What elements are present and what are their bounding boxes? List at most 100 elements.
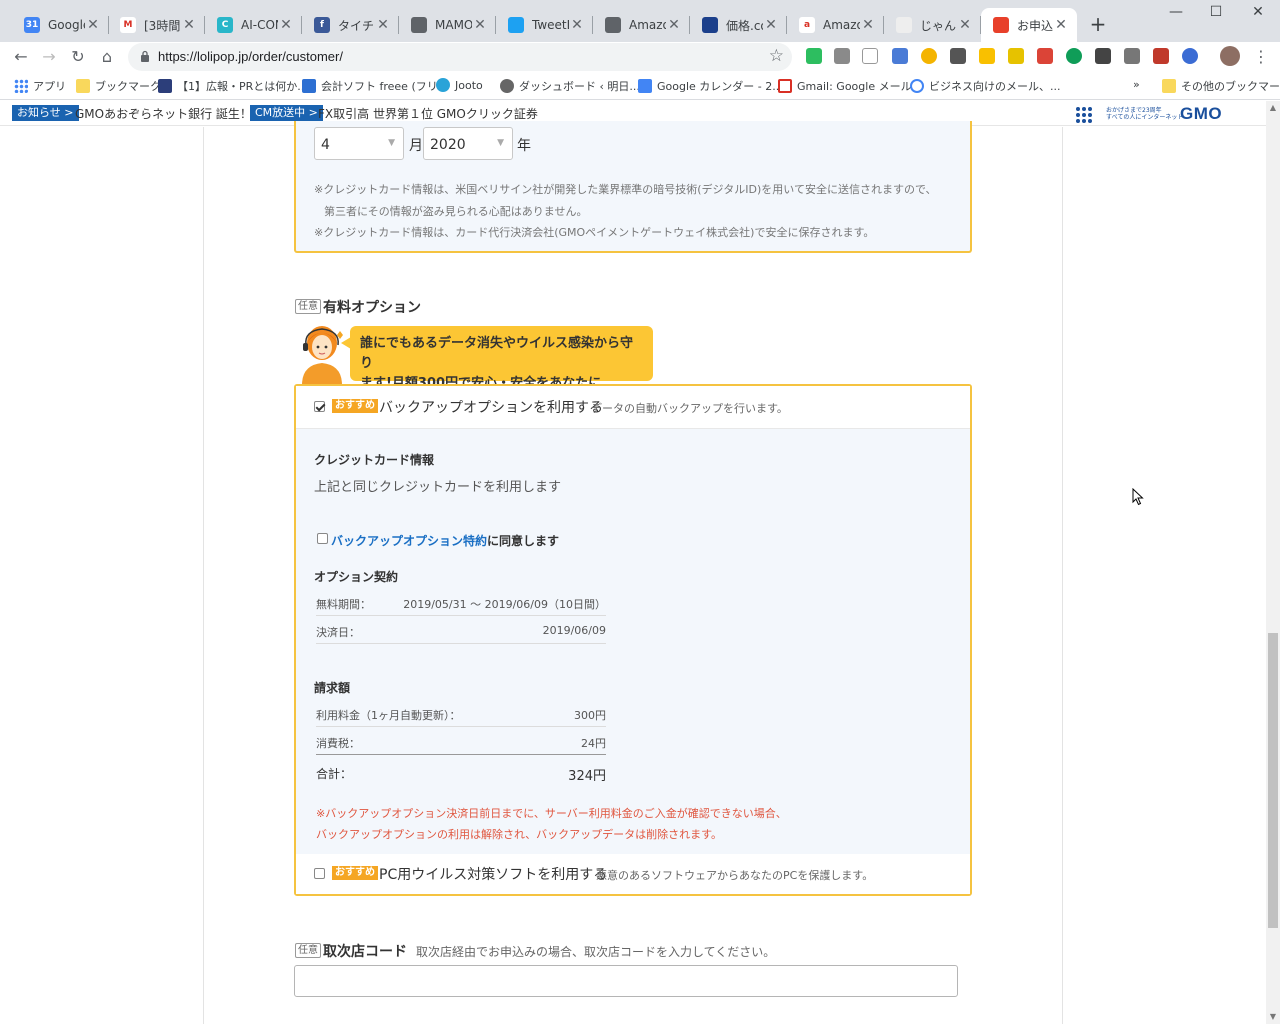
year-unit: 年 bbox=[517, 138, 531, 154]
extension-icon[interactable] bbox=[1124, 48, 1140, 64]
backup-option-row[interactable]: おすすめ バックアップオプションを利用する データの自動バックアップを行います。 bbox=[296, 386, 970, 426]
bookmark-star-icon[interactable]: ☆ bbox=[769, 46, 784, 66]
agency-code-input[interactable] bbox=[294, 965, 958, 997]
evernote-extension-icon[interactable] bbox=[806, 48, 822, 64]
notice-text[interactable]: GMOあおぞらネット銀行 誕生！ bbox=[75, 105, 252, 122]
extension-icon[interactable] bbox=[834, 48, 850, 64]
amazon-icon: a bbox=[799, 17, 815, 33]
bookmark-item[interactable]: 会計ソフト freee (フリ... bbox=[302, 78, 448, 94]
extension-icon[interactable] bbox=[950, 48, 966, 64]
url-text: https://lolipop.jp/order/customer/ bbox=[158, 49, 343, 64]
close-tab-icon[interactable]: ✕ bbox=[181, 17, 197, 33]
close-tab-icon[interactable]: ✕ bbox=[278, 17, 294, 33]
bookmark-item[interactable]: Jooto bbox=[436, 78, 483, 92]
bookmark-apps[interactable]: アプリ bbox=[14, 78, 66, 94]
chat-extension-icon[interactable] bbox=[892, 48, 908, 64]
order-page: 4 ▼ 月 2020 ▼ 年 ※クレジットカード情報は、米国ベリサイン社が開発し… bbox=[0, 121, 1266, 1024]
payment-date-row: 決済日： 2019/06/09 bbox=[316, 616, 606, 644]
notice-badge[interactable]: お知らせ > bbox=[12, 105, 79, 121]
tab-facebook[interactable]: f タイチアカ✕ bbox=[302, 8, 399, 42]
reload-icon[interactable]: ↻ bbox=[67, 46, 89, 68]
tab-lolipop[interactable]: お申込み✕ bbox=[981, 8, 1077, 42]
close-tab-icon[interactable]: ✕ bbox=[957, 17, 973, 33]
new-tab-button[interactable]: + bbox=[1086, 12, 1110, 36]
close-tab-icon[interactable]: ✕ bbox=[569, 17, 585, 33]
expiry-year-select[interactable]: 2020 ▼ bbox=[423, 127, 513, 160]
tab-kakaku[interactable]: 価格.com✕ bbox=[690, 8, 787, 42]
backup-terms-link[interactable]: バックアップオプション特約 bbox=[331, 534, 487, 548]
back-arrow-icon[interactable]: ← bbox=[10, 46, 32, 68]
billing-heading: 請求額 bbox=[314, 681, 351, 695]
extension-icon[interactable] bbox=[1182, 48, 1198, 64]
bookmark-item[interactable]: Gmail: Google メール bbox=[778, 78, 912, 94]
bookmark-folder[interactable]: ブックマーク bbox=[76, 78, 161, 94]
close-tab-icon[interactable]: ✕ bbox=[472, 17, 488, 33]
antivirus-option-row[interactable]: おすすめ PC用ウイルス対策ソフトを利用する 悪意のあるソフトウェアからあなたの… bbox=[296, 854, 970, 894]
extension-icon[interactable] bbox=[1095, 48, 1111, 64]
graduation-cap-icon bbox=[158, 79, 172, 93]
optional-tag: 任意 bbox=[295, 299, 321, 314]
folder-icon bbox=[1162, 79, 1176, 93]
right-column-border bbox=[1062, 127, 1063, 1024]
bookmark-item[interactable]: Google カレンダー - 2... bbox=[638, 78, 783, 94]
backup-option-label[interactable]: バックアップオプションを利用する bbox=[379, 397, 603, 417]
close-tab-icon[interactable]: ✕ bbox=[666, 17, 682, 33]
minimize-button[interactable]: — bbox=[1156, 4, 1196, 26]
other-bookmarks-folder[interactable]: その他のブックマーク bbox=[1162, 78, 1280, 94]
tab-globe[interactable]: MAMOR✕ bbox=[399, 8, 496, 42]
bookmark-item[interactable]: 【1】広報・PRとは何か... bbox=[158, 78, 308, 94]
forward-arrow-icon[interactable]: → bbox=[38, 46, 60, 68]
bookmark-item[interactable]: ビジネス向けのメール、... bbox=[910, 78, 1061, 94]
close-tab-icon[interactable]: ✕ bbox=[860, 17, 876, 33]
maximize-button[interactable]: ☐ bbox=[1196, 4, 1236, 26]
extension-icon[interactable] bbox=[1066, 48, 1082, 64]
home-icon[interactable]: ⌂ bbox=[96, 46, 118, 68]
scrollbar-thumb[interactable] bbox=[1268, 633, 1278, 928]
kakaku-icon bbox=[702, 17, 718, 33]
freee-icon bbox=[302, 79, 316, 93]
wordpress-icon bbox=[500, 79, 514, 93]
gmail-icon: M bbox=[120, 17, 136, 33]
antivirus-option-label[interactable]: PC用ウイルス対策ソフトを利用する bbox=[379, 864, 607, 884]
address-bar[interactable]: https://lolipop.jp/order/customer/ ☆ bbox=[128, 43, 792, 71]
storage-note: ※クレジットカード情報は、カード代行決済会社(GMOペイメントゲートウェイ株式会… bbox=[314, 226, 875, 239]
scroll-up-arrow-icon[interactable]: ▲ bbox=[1266, 101, 1280, 115]
tab-janpara[interactable]: じゃんぱら✕ bbox=[884, 8, 981, 42]
tab-ai-con[interactable]: C AI-CON✕ bbox=[205, 8, 302, 42]
cm-text[interactable]: FX取引高 世界第１位 GMOクリック証券 bbox=[318, 105, 538, 122]
close-window-button[interactable]: ✕ bbox=[1238, 4, 1278, 26]
close-tab-icon[interactable]: ✕ bbox=[85, 17, 101, 33]
tab-title: Amazon bbox=[629, 18, 666, 32]
pdf-extension-icon[interactable] bbox=[1153, 48, 1169, 64]
avatar[interactable] bbox=[1220, 46, 1240, 66]
bookmark-item[interactable]: ダッシュボード ‹ 明日... bbox=[500, 78, 640, 94]
expiry-month-select[interactable]: 4 ▼ bbox=[314, 127, 404, 160]
extension-icon[interactable] bbox=[1037, 48, 1053, 64]
agree-backup-terms-checkbox[interactable] bbox=[317, 533, 328, 544]
extension-icon[interactable] bbox=[1008, 48, 1024, 64]
close-tab-icon[interactable]: ✕ bbox=[375, 17, 391, 33]
close-tab-icon[interactable]: ✕ bbox=[1053, 17, 1069, 33]
tab-globe[interactable]: Amazon✕ bbox=[593, 8, 690, 42]
extension-icon[interactable] bbox=[862, 48, 878, 64]
tab-twitter[interactable]: TweetDe✕ bbox=[496, 8, 593, 42]
bookmarks-overflow-button[interactable]: » bbox=[1133, 78, 1140, 91]
gmo-logo[interactable]: GMO bbox=[1180, 104, 1222, 124]
menu-kebab-icon[interactable]: ⋮ bbox=[1250, 46, 1272, 68]
tab-title: MAMOR bbox=[435, 18, 472, 32]
close-tab-icon[interactable]: ✕ bbox=[763, 17, 779, 33]
tab-title: Amazon bbox=[823, 18, 860, 32]
agree-backup-terms-label[interactable]: バックアップオプション特約に同意します bbox=[331, 532, 559, 549]
ai-con-icon: C bbox=[217, 17, 233, 33]
gmo-services-grid-icon[interactable] bbox=[1075, 106, 1093, 124]
extension-icon[interactable] bbox=[979, 48, 995, 64]
tab-amazon[interactable]: a Amazon✕ bbox=[787, 8, 884, 42]
tab-title: TweetDe bbox=[532, 18, 569, 32]
scroll-down-arrow-icon[interactable]: ▼ bbox=[1266, 1010, 1280, 1024]
tab-gmail[interactable]: M [3時間前✕ bbox=[108, 8, 205, 42]
antivirus-option-checkbox[interactable] bbox=[314, 868, 325, 879]
extension-icon[interactable] bbox=[921, 48, 937, 64]
cm-badge[interactable]: CM放送中 > bbox=[250, 105, 323, 121]
tab-google-calendar[interactable]: 31 Google✕ bbox=[12, 8, 109, 42]
backup-option-checkbox[interactable] bbox=[314, 401, 325, 412]
